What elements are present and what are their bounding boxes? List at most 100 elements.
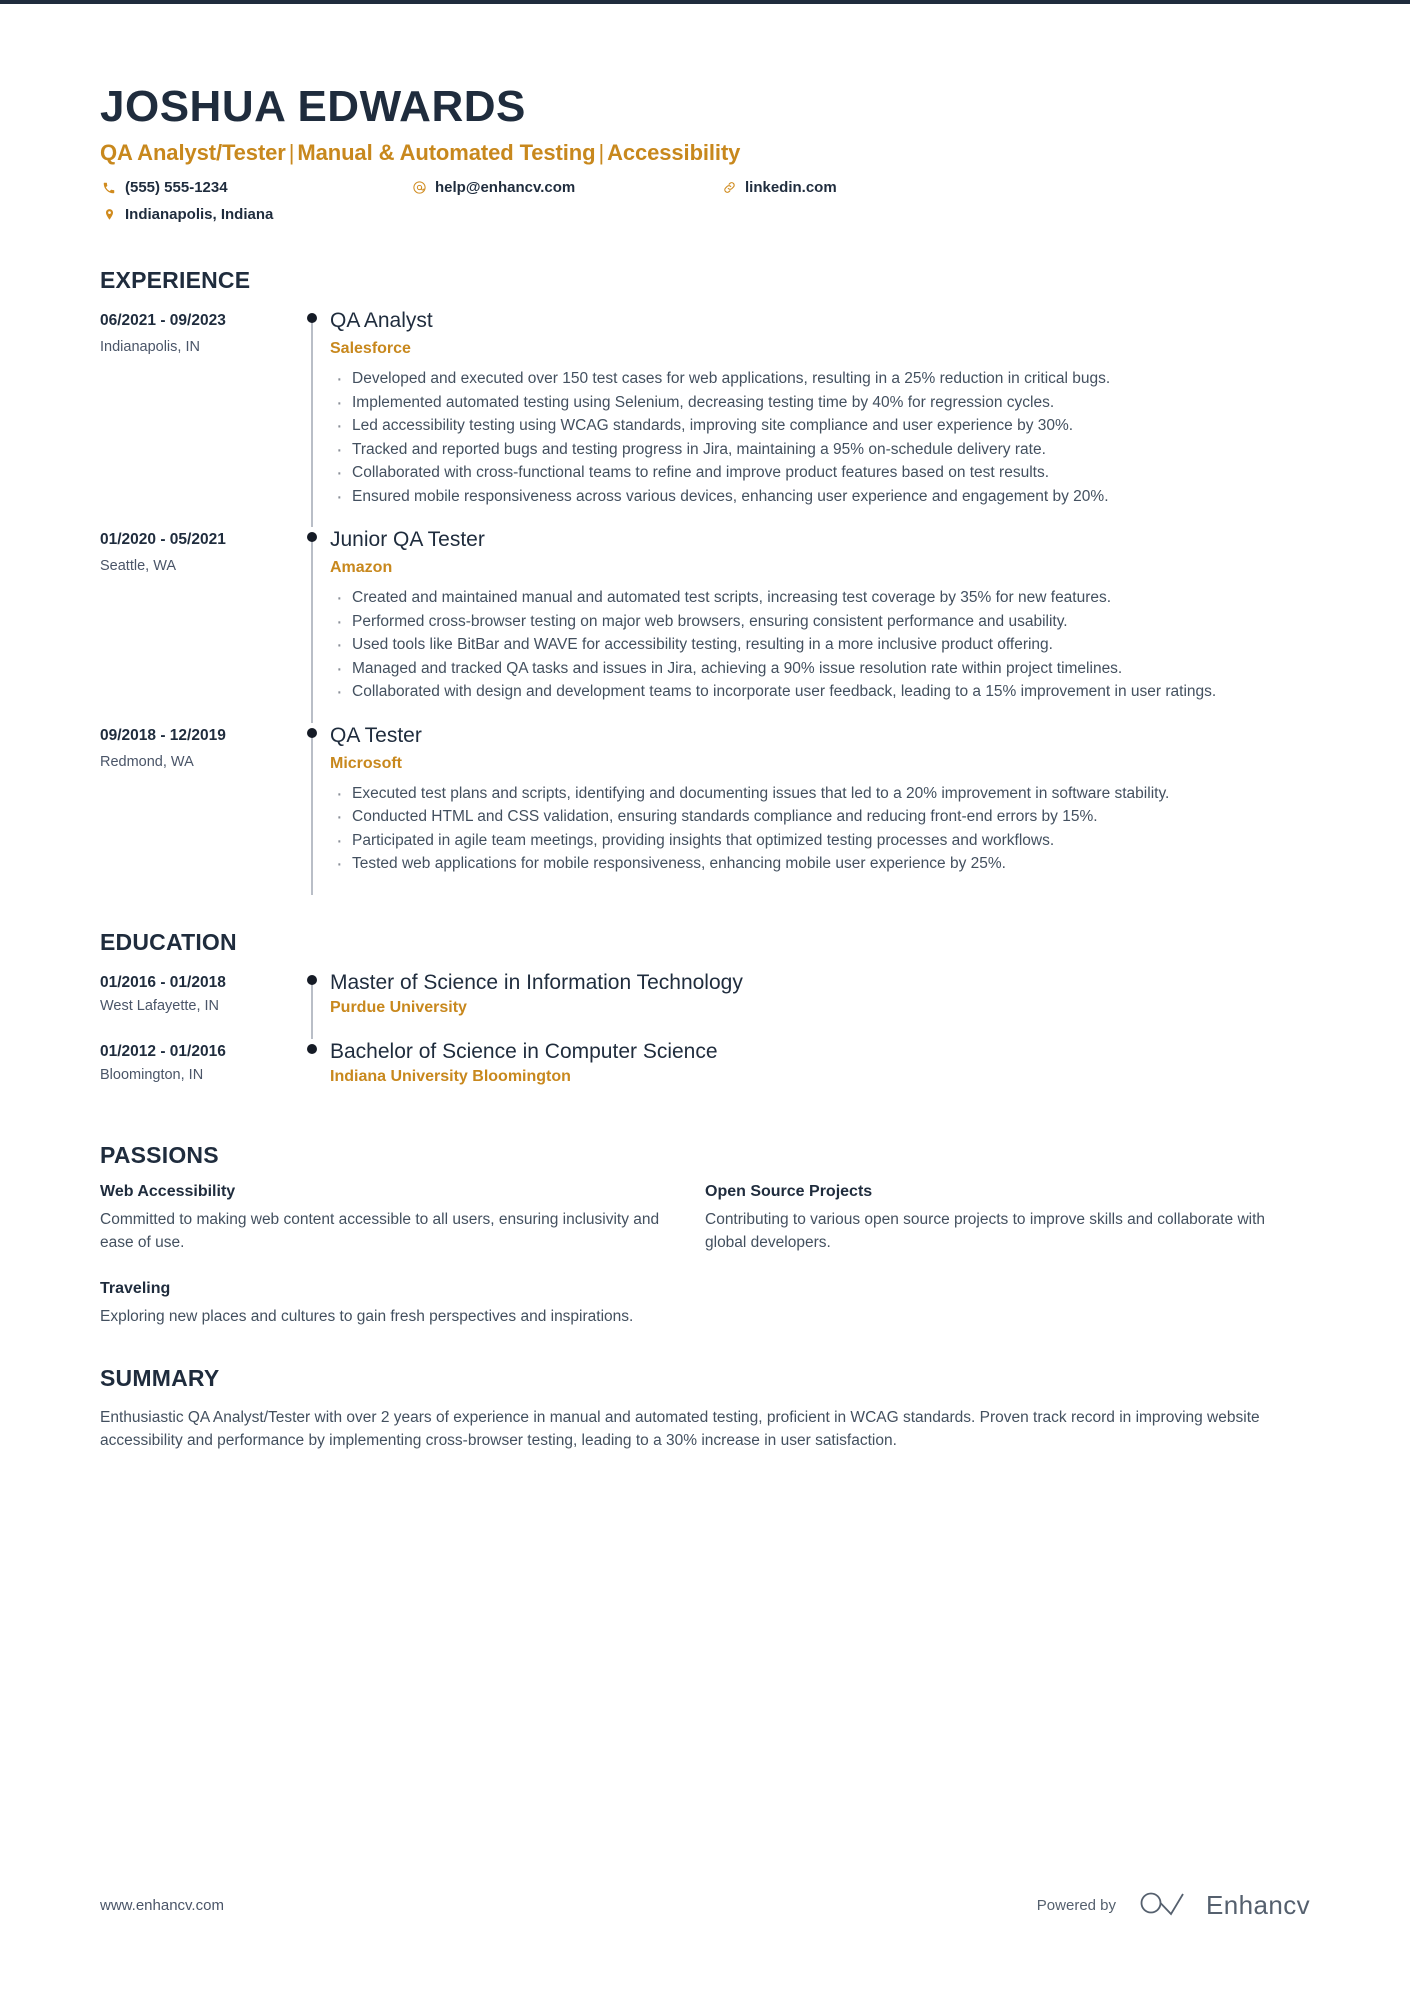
email-icon — [410, 180, 428, 195]
timeline-rail — [296, 970, 330, 1040]
headline-separator: | — [598, 140, 605, 166]
contact-linkedin[interactable]: linkedin.com — [720, 179, 837, 196]
section-title-experience: EXPERIENCE — [100, 267, 251, 294]
timeline-dot — [307, 974, 317, 985]
experience-date: 06/2021 - 09/2023 — [100, 312, 226, 330]
education-date: 01/2016 - 01/2018 — [100, 973, 226, 991]
education-location: Bloomington, IN — [100, 1067, 204, 1084]
timeline-dot — [307, 313, 317, 324]
experience-date: 01/2020 - 05/2021 — [100, 531, 226, 549]
passion-name: Web Accessibility — [100, 1183, 236, 1201]
timeline-rail — [296, 1039, 330, 1108]
contact-location: Indianapolis, Indiana — [100, 206, 410, 223]
education-degree: Bachelor of Science in Computer Science — [330, 1040, 718, 1064]
education-meta: 01/2012 - 01/2016 Bloomington, IN — [100, 1039, 296, 1108]
timeline-rail — [296, 723, 330, 895]
timeline-line — [311, 735, 313, 895]
experience-body: QA Tester Microsoft Executed test plans … — [330, 723, 1310, 895]
education-degree: Master of Science in Information Technol… — [330, 970, 743, 994]
powered-by-label: Powered by — [1036, 1897, 1117, 1914]
list-item: Used tools like BitBar and WAVE for acce… — [330, 632, 1310, 659]
passions-grid: Web Accessibility Committed to making we… — [100, 1183, 1310, 1354]
contact-email-text: help@enhancv.com — [435, 179, 576, 197]
timeline-line — [311, 982, 313, 1040]
experience-bullets: Created and maintained manual and automa… — [330, 585, 1310, 706]
education-date: 01/2012 - 01/2016 — [100, 1043, 226, 1061]
experience-body: QA Analyst Salesforce Developed and exec… — [330, 308, 1310, 527]
contact-phone-text: (555) 555-1234 — [125, 179, 228, 197]
experience-bullets: Executed test plans and scripts, identif… — [330, 781, 1310, 878]
contact-row-1: (555) 555-1234 help@enhancv.com linkedin… — [100, 179, 1310, 206]
education-school: Indiana University Bloomington — [330, 1068, 571, 1086]
contact-email[interactable]: help@enhancv.com — [410, 179, 720, 196]
timeline-rail — [296, 308, 330, 528]
experience-company: Microsoft — [330, 754, 402, 772]
education-meta: 01/2016 - 01/2018 West Lafayette, IN — [100, 970, 296, 1039]
list-item: Executed test plans and scripts, identif… — [330, 781, 1310, 808]
section-summary: SUMMARY Enthusiastic QA Analyst/Tester w… — [100, 1365, 1310, 1453]
passion-item: Open Source Projects Contributing to var… — [705, 1183, 1310, 1254]
timeline-rail — [296, 527, 330, 723]
contact-phone[interactable]: (555) 555-1234 — [100, 179, 410, 196]
list-item: Managed and tracked QA tasks and issues … — [330, 656, 1310, 683]
headline-part-2: Manual & Automated Testing — [297, 140, 596, 166]
summary-text: Enthusiastic QA Analyst/Tester with over… — [100, 1408, 1260, 1449]
list-item: Ensured mobile responsiveness across var… — [330, 484, 1310, 511]
section-education: EDUCATION 01/2016 - 01/2018 West Lafayet… — [100, 929, 1310, 1108]
section-title-summary: SUMMARY — [100, 1364, 220, 1391]
passion-description: Contributing to various open source proj… — [705, 1211, 1266, 1251]
education-entry: 01/2012 - 01/2016 Bloomington, IN Bachel… — [100, 1039, 1310, 1108]
enhancv-logo: Enhancv — [1138, 1888, 1310, 1923]
headline-part-3: Accessibility — [607, 140, 741, 166]
passion-description: Exploring new places and cultures to gai… — [100, 1308, 634, 1326]
education-school: Purdue University — [330, 999, 467, 1017]
page-footer: www.enhancv.com Powered by Enhancv — [100, 1888, 1310, 1923]
footer-branding: Powered by Enhancv — [1037, 1888, 1310, 1923]
education-body: Bachelor of Science in Computer Science … — [330, 1039, 1310, 1108]
experience-entry: 09/2018 - 12/2019 Redmond, WA QA Tester … — [100, 723, 1310, 895]
headline-part-1: QA Analyst/Tester — [100, 140, 286, 166]
experience-entry: 06/2021 - 09/2023 Indianapolis, IN QA An… — [100, 308, 1310, 528]
experience-bullets: Developed and executed over 150 test cas… — [330, 366, 1310, 511]
timeline-line — [311, 540, 313, 723]
section-title-education: EDUCATION — [100, 928, 237, 955]
timeline-dot — [307, 727, 317, 738]
experience-location: Redmond, WA — [100, 753, 194, 770]
section-experience: EXPERIENCE 06/2021 - 09/2023 Indianapoli… — [100, 267, 1310, 895]
experience-body: Junior QA Tester Amazon Created and main… — [330, 527, 1310, 723]
experience-role: Junior QA Tester — [330, 528, 485, 552]
contact-row-2: Indianapolis, Indiana — [100, 206, 1310, 233]
experience-meta: 09/2018 - 12/2019 Redmond, WA — [100, 723, 296, 895]
resume-page: JOSHUA EDWARDS QA Analyst/Tester | Manual … — [0, 0, 1410, 1995]
education-entry: 01/2016 - 01/2018 West Lafayette, IN Mas… — [100, 970, 1310, 1040]
enhancv-wordmark: Enhancv — [1206, 1890, 1310, 1920]
professional-headline: QA Analyst/Tester | Manual & Automated Tes… — [100, 140, 1310, 166]
experience-role: QA Analyst — [330, 309, 433, 333]
passion-name: Open Source Projects — [705, 1183, 873, 1201]
section-title-passions: PASSIONS — [100, 1142, 219, 1169]
experience-company: Salesforce — [330, 340, 411, 358]
list-item: Created and maintained manual and automa… — [330, 585, 1310, 612]
contact-linkedin-text: linkedin.com — [745, 179, 837, 197]
experience-date: 09/2018 - 12/2019 — [100, 726, 226, 744]
footer-website-url[interactable]: www.enhancv.com — [100, 1897, 224, 1914]
list-item: Led accessibility testing using WCAG sta… — [330, 413, 1310, 440]
section-passions: PASSIONS Web Accessibility Committed to … — [100, 1142, 1310, 1354]
timeline-dot — [307, 1044, 317, 1055]
list-item: Collaborated with design and development… — [330, 679, 1310, 706]
link-icon — [720, 180, 738, 195]
list-item: Performed cross-browser testing on major… — [330, 609, 1310, 636]
list-item: Developed and executed over 150 test cas… — [330, 366, 1310, 393]
list-item: Tracked and reported bugs and testing pr… — [330, 437, 1310, 464]
phone-icon — [100, 181, 118, 195]
experience-location: Indianapolis, IN — [100, 339, 200, 356]
education-body: Master of Science in Information Technol… — [330, 970, 1310, 1039]
resume-header: JOSHUA EDWARDS QA Analyst/Tester | Manual … — [100, 82, 1310, 233]
list-item: Conducted HTML and CSS validation, ensur… — [330, 804, 1310, 831]
top-rule — [0, 0, 1410, 4]
enhancv-mark-icon — [1138, 1888, 1194, 1923]
passion-name: Traveling — [100, 1280, 171, 1298]
experience-role: QA Tester — [330, 723, 422, 747]
experience-location: Seattle, WA — [100, 558, 177, 575]
list-item: Implemented automated testing using Sele… — [330, 390, 1310, 417]
